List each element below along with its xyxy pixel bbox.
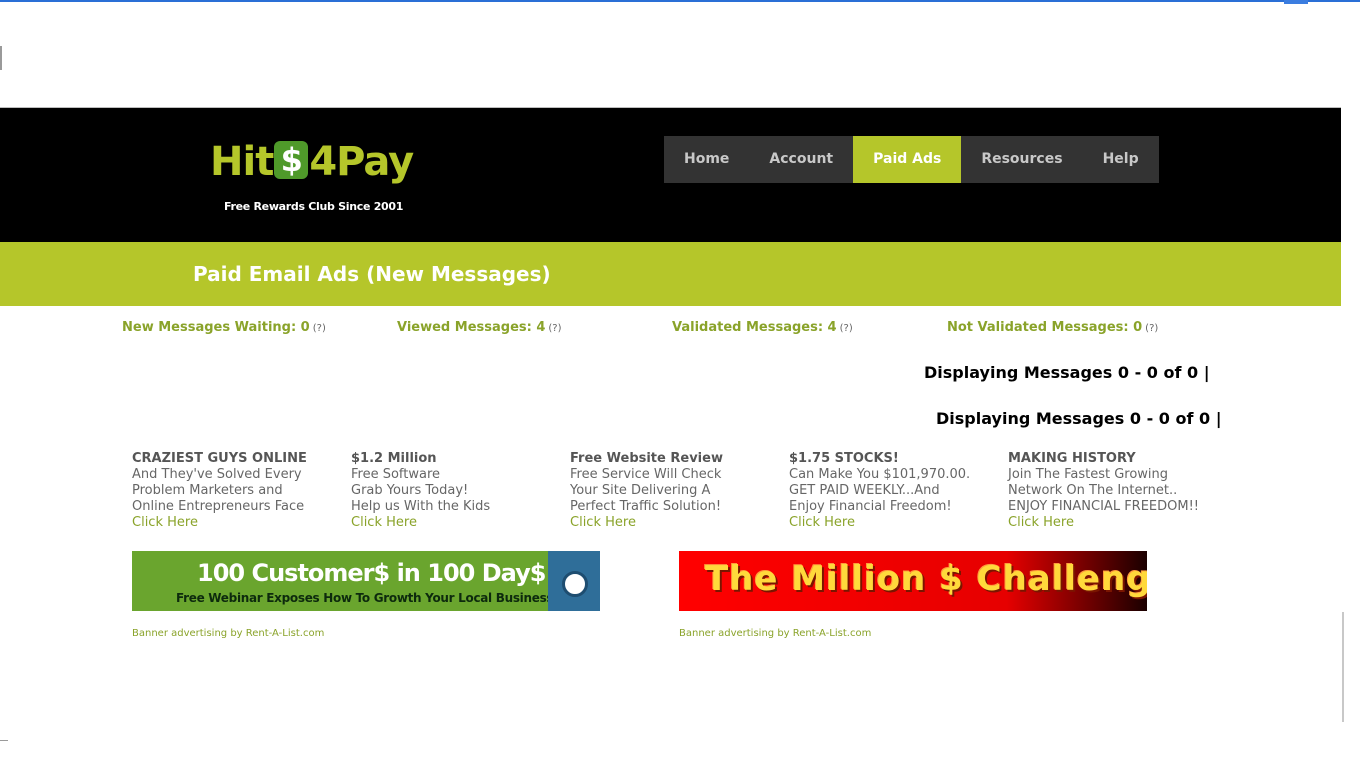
text-ad: $1.2 Million Free Software Grab Yours To…: [351, 451, 561, 531]
text-ad-line: Join The Fastest Growing: [1008, 467, 1169, 482]
banner-credit-link-left[interactable]: Banner advertising by Rent-A-List.com: [132, 628, 324, 639]
banner-headline: 100 Customer$ in 100 Day$: [197, 559, 546, 587]
banner-credit-link-right[interactable]: Banner advertising by Rent-A-List.com: [679, 628, 871, 639]
text-ad-title: MAKING HISTORY: [1008, 451, 1136, 466]
text-ad: MAKING HISTORY Join The Fastest Growing …: [1008, 451, 1218, 531]
text-ad-click-link[interactable]: Click Here: [132, 515, 342, 531]
logo-text: Hit $4Pay: [210, 139, 414, 185]
title-bar: Paid Email Ads (New Messages): [0, 242, 1341, 306]
text-ads: CRAZIEST GUYS ONLINE And They've Solved …: [132, 451, 1222, 535]
stat-not-validated: Not Validated Messages: 0 (?): [947, 320, 1158, 335]
left-edge-mark: [0, 46, 2, 70]
stat-new-waiting-label: New Messages Waiting: 0: [122, 320, 310, 335]
banner-subline: Free Webinar Exposes How To Growth Your …: [176, 591, 554, 605]
displaying-count-bottom: Displaying Messages 0 - 0 of 0 |: [936, 409, 1222, 428]
text-ad-click-link[interactable]: Click Here: [789, 515, 999, 531]
text-ad-line: Network On The Internet..: [1008, 483, 1178, 498]
logo-dollar-icon: $: [274, 141, 309, 179]
text-ad-line: Help us With the Kids: [351, 499, 491, 514]
text-ad-title: $1.2 Million: [351, 451, 437, 466]
nav-paid-ads[interactable]: Paid Ads: [853, 136, 962, 183]
page-title: Paid Email Ads (New Messages): [193, 262, 551, 286]
main-nav: Home Account Paid Ads Resources Help: [664, 136, 1159, 183]
text-ad-line: Enjoy Financial Freedom!: [789, 499, 952, 514]
text-ad-line: Perfect Traffic Solution!: [570, 499, 722, 514]
help-link-viewed[interactable]: (?): [548, 323, 561, 334]
text-ad-line: Free Service Will Check: [570, 467, 722, 482]
help-link-new[interactable]: (?): [313, 323, 326, 334]
logo-prefix: Hit: [210, 139, 274, 185]
target-icon: [562, 571, 588, 597]
text-ad-line: And They've Solved Every: [132, 467, 302, 482]
left-edge-mark-bottom: [0, 740, 8, 741]
browser-corner-mark: [1284, 0, 1308, 4]
banner-headline: The Million $ Challenge: [705, 559, 1147, 599]
right-scrollbar-edge: [1342, 612, 1344, 722]
text-ad-line: ENJOY FINANCIAL FREEDOM!!: [1008, 499, 1200, 514]
banner-100-customers[interactable]: 100 Customer$ in 100 Day$ Free Webinar E…: [132, 551, 600, 611]
text-ad-click-link[interactable]: Click Here: [570, 515, 780, 531]
text-ad-title: Free Website Review: [570, 451, 723, 466]
stat-validated: Validated Messages: 4 (?): [672, 320, 853, 335]
text-ad-line: Your Site Delivering A: [570, 483, 711, 498]
text-ad-line: Problem Marketers and: [132, 483, 283, 498]
nav-resources[interactable]: Resources: [961, 136, 1082, 183]
text-ad-line: Online Entrepreneurs Face: [132, 499, 305, 514]
text-ad-title: CRAZIEST GUYS ONLINE: [132, 451, 307, 466]
text-ad-title: $1.75 STOCKS!: [789, 451, 899, 466]
stat-not-validated-label: Not Validated Messages: 0: [947, 320, 1143, 335]
nav-account[interactable]: Account: [749, 136, 853, 183]
stat-viewed: Viewed Messages: 4 (?): [397, 320, 562, 335]
help-link-validated[interactable]: (?): [840, 323, 853, 334]
nav-help[interactable]: Help: [1083, 136, 1159, 183]
site-logo[interactable]: Hit $4Pay Free Rewards Club Since 2001: [210, 139, 420, 213]
message-stats: New Messages Waiting: 0 (?) Viewed Messag…: [0, 320, 1341, 340]
text-ad-line: Grab Yours Today!: [351, 483, 469, 498]
text-ad-line: Free Software: [351, 467, 441, 482]
stat-validated-label: Validated Messages: 4: [672, 320, 837, 335]
help-link-not-validated[interactable]: (?): [1145, 323, 1158, 334]
stat-new-waiting: New Messages Waiting: 0 (?): [122, 320, 326, 335]
logo-tagline: Free Rewards Club Since 2001: [224, 200, 404, 213]
banner-million-challenge[interactable]: The Million $ Challenge: [679, 551, 1147, 611]
text-ad: Free Website Review Free Service Will Ch…: [570, 451, 780, 531]
displaying-count-top: Displaying Messages 0 - 0 of 0 |: [924, 363, 1210, 382]
text-ad-click-link[interactable]: Click Here: [351, 515, 561, 531]
site-header: Hit $4Pay Free Rewards Club Since 2001 Ho…: [0, 108, 1341, 242]
text-ad-line: GET PAID WEEKLY...And: [789, 483, 940, 498]
logo-suffix: 4Pay: [309, 139, 414, 185]
browser-top-line: [0, 0, 1360, 2]
nav-home[interactable]: Home: [664, 136, 749, 183]
text-ad: $1.75 STOCKS! Can Make You $101,970.00. …: [789, 451, 999, 531]
text-ad-click-link[interactable]: Click Here: [1008, 515, 1218, 531]
stat-viewed-label: Viewed Messages: 4: [397, 320, 546, 335]
text-ad: CRAZIEST GUYS ONLINE And They've Solved …: [132, 451, 342, 531]
text-ad-line: Can Make You $101,970.00.: [789, 467, 971, 482]
